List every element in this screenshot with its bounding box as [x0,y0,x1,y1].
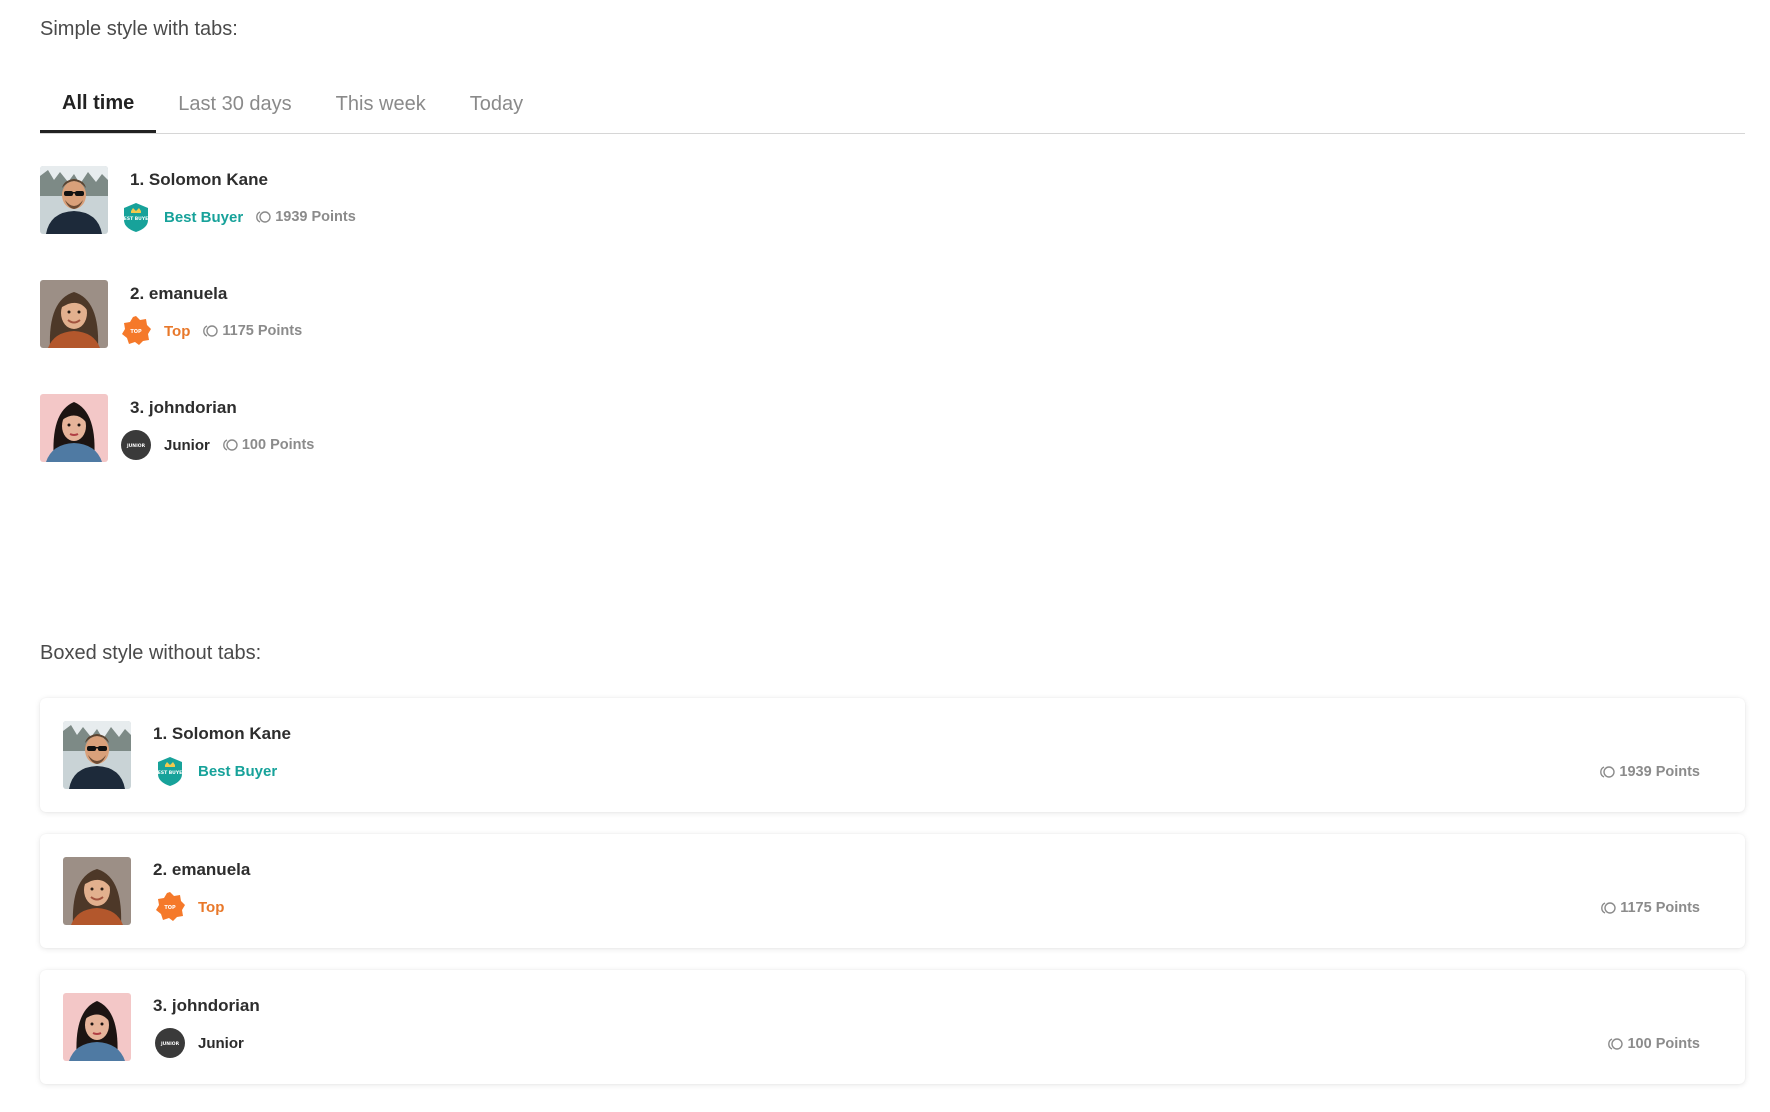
rank-label: Best Buyer [164,208,244,226]
points-value: 100 Points [1627,1036,1700,1052]
coins-icon [1607,1037,1624,1051]
svg-text:TOP: TOP [130,329,142,335]
points: 100 Points [222,437,315,453]
top-badge-icon: TOP [153,890,187,924]
svg-text:BEST BUYER: BEST BUYER [154,770,186,776]
points: 1939 Points [1599,758,1700,786]
avatar-woman-dark-hair [40,394,108,462]
user-name[interactable]: 2. emanuela [130,284,227,304]
points: 1939 Points [255,209,356,225]
user-meta: TOP Top [153,890,224,924]
tab-this-week[interactable]: This week [314,76,448,133]
points-value: 1175 Points [1620,900,1700,916]
user-meta: BEST BUYER Best Buyer 1939 Points [119,200,356,234]
tab-today[interactable]: Today [448,76,545,133]
leaderboard-row: 2. emanuela TOP Top 1175 Points [40,280,940,350]
top-badge-icon: TOP [119,314,153,348]
boxed-section-title: Boxed style without tabs: [40,642,262,664]
svg-text:JUNIOR: JUNIOR [160,1041,180,1047]
points: 1175 Points [1600,894,1700,922]
avatar[interactable] [40,280,108,348]
avatar-woman-dark-hair [63,993,131,1061]
points: 1175 Points [202,323,302,339]
user-meta: JUNIOR Junior [153,1026,244,1060]
tab-all-time[interactable]: All time [40,76,157,133]
rank-label: Top [164,322,191,340]
rank-label: Junior [164,436,210,454]
leaderboard-card: 3. johndorian JUNIOR Junior 100 Points [40,970,1745,1084]
rank-label: Best Buyer [198,762,278,780]
svg-text:JUNIOR: JUNIOR [126,443,146,449]
coins-icon [255,210,272,224]
avatar[interactable] [40,166,108,234]
user-name[interactable]: 3. johndorian [153,996,260,1016]
coins-icon [222,438,239,452]
leaderboard-card: 2. emanuela TOP Top 1175 Points [40,834,1745,948]
points: 100 Points [1607,1030,1700,1058]
tab-last-30-days[interactable]: Last 30 days [156,76,313,133]
points-value: 1939 Points [1619,764,1700,780]
user-meta: BEST BUYER Best Buyer [153,754,277,788]
junior-badge-icon: JUNIOR [153,1026,187,1060]
avatar[interactable] [63,993,131,1061]
avatar-woman-smiling [40,280,108,348]
points-value: 100 Points [241,437,315,453]
leaderboard-row: 3. johndorian JUNIOR Junior 100 Points [40,394,940,464]
avatar-woman-smiling [63,857,131,925]
user-name[interactable]: 1. Solomon Kane [153,724,291,744]
coins-icon [1600,901,1617,915]
avatar[interactable] [40,394,108,462]
leaderboard-card: 1. Solomon Kane BEST BUYER Best Buyer 19… [40,698,1745,812]
avatar[interactable] [63,857,131,925]
avatar[interactable] [63,721,131,789]
svg-text:TOP: TOP [164,905,176,911]
points-value: 1175 Points [222,323,303,339]
user-meta: TOP Top 1175 Points [119,314,302,348]
rank-label: Junior [198,1034,244,1052]
points-value: 1939 Points [275,209,356,225]
avatar-man-sunglasses [63,721,131,789]
coins-icon [202,324,219,338]
period-tabs: All time Last 30 days This week Today [40,76,1745,134]
user-name[interactable]: 2. emanuela [153,860,250,880]
rank-label: Top [198,898,225,916]
user-name[interactable]: 3. johndorian [130,398,237,418]
best-buyer-badge-icon: BEST BUYER [153,754,187,788]
avatar-man-sunglasses [40,166,108,234]
svg-text:BEST BUYER: BEST BUYER [120,216,152,222]
leaderboard-row: 1. Solomon Kane BEST BUYER Best Buyer 19… [40,166,940,236]
junior-badge-icon: JUNIOR [119,428,153,462]
simple-section-title: Simple style with tabs: [40,18,238,40]
coins-icon [1599,765,1616,779]
best-buyer-badge-icon: BEST BUYER [119,200,153,234]
user-name[interactable]: 1. Solomon Kane [130,170,268,190]
user-meta: JUNIOR Junior 100 Points [119,428,314,462]
